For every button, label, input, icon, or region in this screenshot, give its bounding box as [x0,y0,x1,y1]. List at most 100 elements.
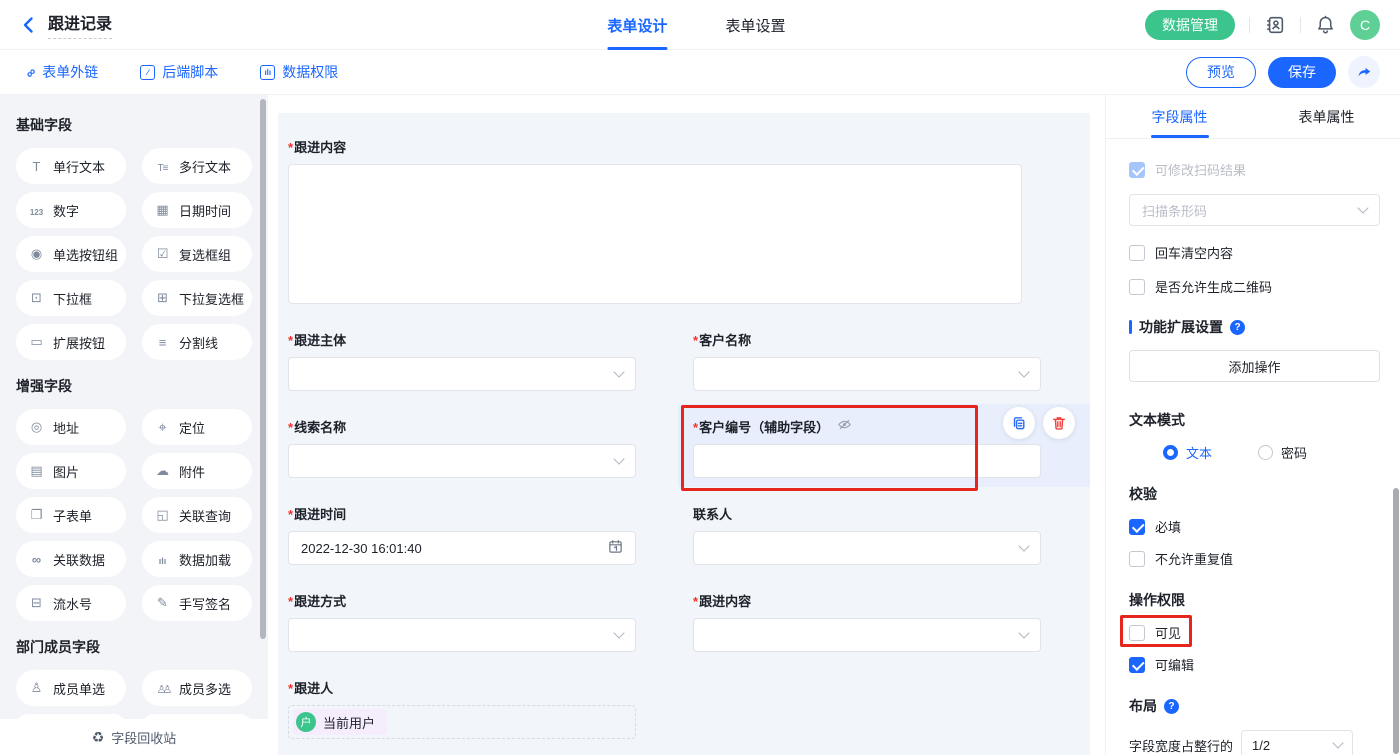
follow-time-input[interactable]: 2022-12-30 16:01:40 [288,531,636,565]
field-follow-subject[interactable]: *跟进主体 [288,330,636,391]
field-type-related-data[interactable]: 关联数据 [16,541,126,577]
select-icon [27,290,46,306]
copy-field-button[interactable] [1003,407,1035,439]
section-title-member-fields: 部门成员字段 [16,637,252,657]
toolbar-actions: 预览 保存 [1186,56,1380,88]
tab-form-design[interactable]: 表单设计 [607,0,667,50]
field-width-select[interactable]: 1/2 [1241,730,1353,755]
follow-person-input[interactable]: 户 当前用户 [288,705,636,739]
follow-content-textarea[interactable] [288,164,1022,304]
delete-field-button[interactable] [1043,407,1075,439]
field-type-single-line-text[interactable]: 单行文本 [16,148,126,184]
share-button[interactable] [1348,56,1380,88]
field-contact[interactable]: 联系人 [693,504,1041,565]
page-title[interactable]: 跟进记录 [48,10,112,39]
required-checkbox[interactable] [1129,519,1145,535]
contact-book-icon[interactable] [1264,14,1286,36]
field-type-extend-button[interactable]: 扩展按钮 [16,324,126,360]
field-type-subform[interactable]: 子表单 [16,497,126,533]
field-type-checkbox-group[interactable]: 复选框组 [142,236,252,272]
field-follow-person[interactable]: *跟进人 户 当前用户 [288,678,636,739]
field-type-number[interactable]: 数字 [16,192,126,228]
tab-field-properties[interactable]: 字段属性 [1106,95,1253,138]
form-external-link-button[interactable]: ∞ 表单外链 [26,62,98,82]
scan-mode-select[interactable]: 扫描条形码 [1129,194,1380,226]
help-icon[interactable]: ? [1230,320,1245,335]
editable-checkbox[interactable] [1129,657,1145,673]
save-button[interactable]: 保存 [1268,57,1336,88]
field-follow-time[interactable]: *跟进时间 2022-12-30 16:01:40 [288,504,636,565]
field-type-location[interactable]: 定位 [142,409,252,445]
avatar[interactable]: C [1350,10,1380,40]
field-type-signature[interactable]: 手写签名 [142,585,252,621]
share-arrow-icon [1356,64,1373,81]
window-scrollbar[interactable] [1393,488,1399,754]
chevron-down-icon [613,366,624,377]
current-user-tag[interactable]: 户 当前用户 [293,709,387,735]
field-follow-content-select[interactable]: *跟进内容 [693,591,1041,652]
follow-subject-select[interactable] [288,357,636,391]
field-follow-method[interactable]: *跟进方式 [288,591,636,652]
field-type-member-single[interactable]: 成员单选 [16,670,126,706]
field-type-divider[interactable]: 分割线 [142,324,252,360]
field-type-radio-group[interactable]: 单选按钮组 [16,236,126,272]
lead-name-select[interactable] [288,444,636,478]
customer-name-select[interactable] [693,357,1041,391]
field-recycle-bin[interactable]: ♻ 字段回收站 [0,719,268,755]
field-type-serial-number[interactable]: 流水号 [16,585,126,621]
text-mode-title: 文本模式 [1129,410,1380,430]
add-action-button[interactable]: 添加操作 [1129,350,1380,382]
sidebar-scrollbar[interactable] [260,99,266,639]
field-type-related-query[interactable]: 关联查询 [142,497,252,533]
field-type-data-load[interactable]: 数据加载 [142,541,252,577]
scan-mode-value: 扫描条形码 [1142,201,1207,220]
signature-icon [153,595,172,611]
follow-content-select[interactable] [693,618,1041,652]
enter-clear-label: 回车清空内容 [1155,243,1233,262]
customer-code-input[interactable] [693,444,1041,478]
back-title-group: 跟进记录 [20,10,112,39]
follow-time-value: 2022-12-30 16:01:40 [301,541,422,556]
bell-icon[interactable] [1315,14,1336,35]
tab-form-properties[interactable]: 表单属性 [1253,95,1400,138]
pill-label: 地址 [53,418,79,437]
recycle-icon: ♻ [92,729,105,746]
help-icon[interactable]: ? [1164,699,1179,714]
preview-button[interactable]: 预览 [1186,57,1256,88]
field-type-image[interactable]: 图片 [16,453,126,489]
tab-form-settings[interactable]: 表单设置 [725,0,785,50]
follow-method-select[interactable] [288,618,636,652]
field-type-select[interactable]: 下拉框 [16,280,126,316]
radio-option-password[interactable]: 密码 [1258,443,1307,462]
required-star: * [693,420,698,435]
back-icon[interactable] [20,16,38,34]
field-type-multi-line-text[interactable]: 多行文本 [142,148,252,184]
field-customer-name[interactable]: *客户名称 [693,330,1041,391]
field-type-member-multi[interactable]: 成员多选 [142,670,252,706]
data-permission-button[interactable]: ılı 数据权限 [260,62,338,82]
data-manage-button[interactable]: 数据管理 [1145,10,1235,40]
field-type-datetime[interactable]: 日期时间 [142,192,252,228]
enter-clear-checkbox-row: 回车清空内容 [1129,243,1380,262]
field-type-attachment[interactable]: 附件 [142,453,252,489]
enhanced-fields-grid: 地址 定位 图片 附件 子表单 关联查询 关联数据 数据加载 流水号 手写签名 [16,409,252,621]
qrcode-label: 是否允许生成二维码 [1155,277,1272,296]
enter-clear-checkbox[interactable] [1129,245,1145,261]
field-lead-name[interactable]: *线索名称 [288,417,636,478]
radio-option-text[interactable]: 文本 [1163,443,1212,462]
qrcode-checkbox[interactable] [1129,279,1145,295]
backend-script-button[interactable]: ∕ 后端脚本 [140,62,218,82]
subform-icon [27,507,46,523]
field-type-multi-select[interactable]: 下拉复选框 [142,280,252,316]
header-tabs: 表单设计 表单设置 [607,0,785,50]
form-row: *跟进方式 *跟进内容 [288,591,1090,652]
field-customer-code-selected[interactable]: *客户编号（辅助字段） [693,417,1041,478]
contact-select[interactable] [693,531,1041,565]
visible-checkbox[interactable] [1129,625,1145,641]
chevron-down-icon [1018,627,1029,638]
section-title-enhanced-fields: 增强字段 [16,376,252,396]
unique-checkbox[interactable] [1129,551,1145,567]
pill-label: 日期时间 [179,201,231,220]
field-type-address[interactable]: 地址 [16,409,126,445]
chevron-down-icon [1332,737,1343,748]
